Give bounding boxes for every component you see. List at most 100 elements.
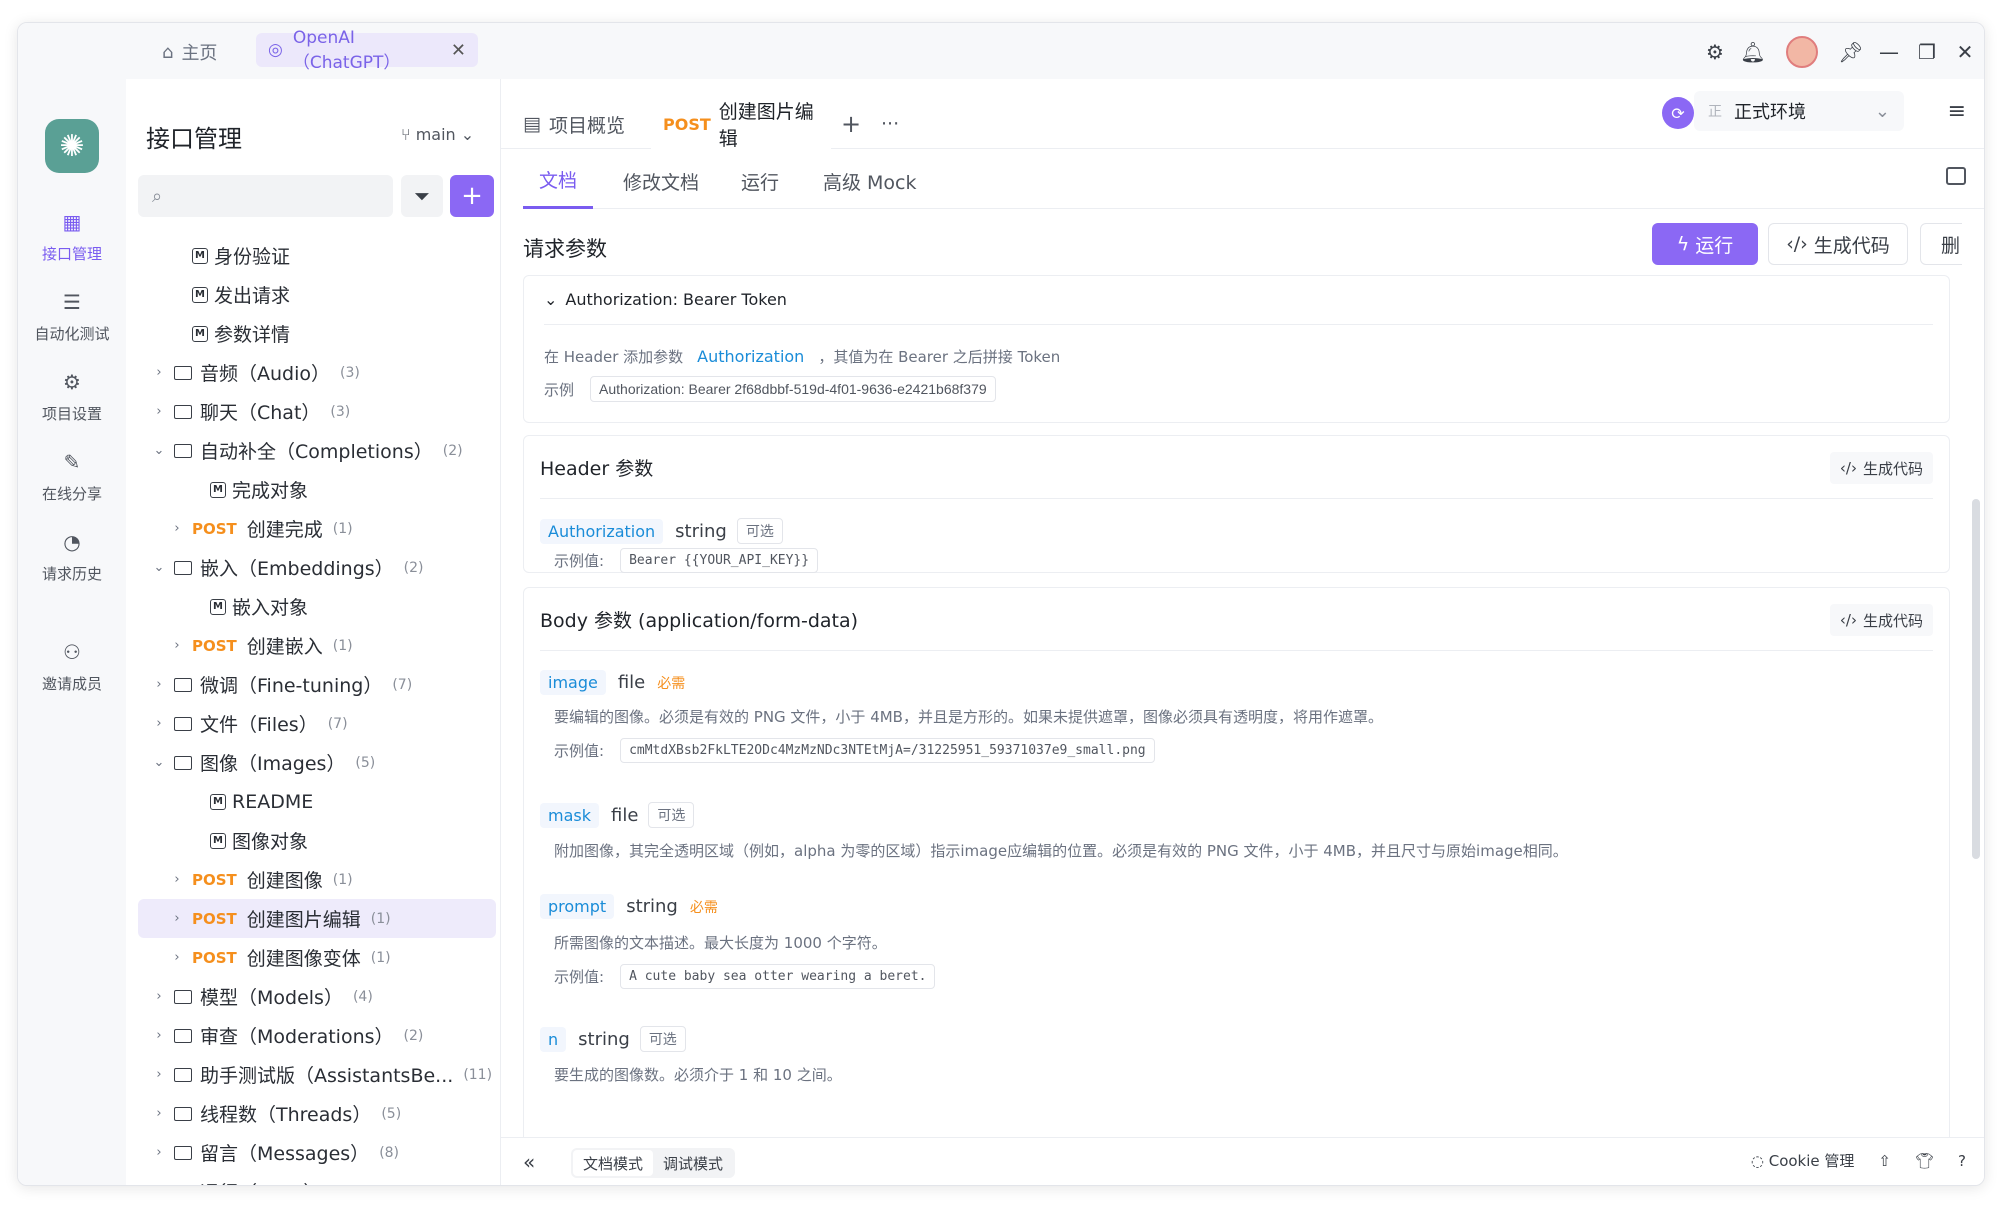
tree-folder[interactable]: › 线程数（Threads） (5) bbox=[138, 1094, 496, 1133]
more-tabs-button[interactable]: ··· bbox=[881, 99, 899, 149]
chevron-right-icon[interactable]: › bbox=[152, 677, 166, 692]
collapse-sidebar-icon[interactable]: « bbox=[523, 1150, 535, 1174]
tab-run[interactable]: 运行 bbox=[741, 153, 779, 209]
upload-icon[interactable]: ⇧ bbox=[1878, 1152, 1891, 1170]
help-icon[interactable]: ? bbox=[1958, 1152, 1966, 1170]
tree-folder[interactable]: › 留言（Messages） (8) bbox=[138, 1133, 496, 1172]
new-tab-button[interactable]: + bbox=[841, 99, 861, 149]
tree-folder[interactable]: › 音频（Audio） (3) bbox=[138, 353, 496, 392]
chevron-down-icon[interactable]: ⌄ bbox=[152, 560, 166, 575]
chevron-right-icon[interactable]: › bbox=[170, 950, 184, 965]
chevron-down-icon: ⌄ bbox=[455, 125, 475, 144]
chevron-down-icon[interactable]: ⌄ bbox=[152, 443, 166, 458]
tree-folder[interactable]: › 微调（Fine-tuning） (7) bbox=[138, 665, 496, 704]
tab-advanced-mock[interactable]: 高级 Mock bbox=[823, 153, 917, 209]
tab-current-api[interactable]: POST 创建图片编辑 bbox=[651, 99, 831, 150]
tab-project-overview[interactable]: ▤ 项目概览 bbox=[523, 99, 625, 149]
tree-api-item[interactable]: › POST 创建完成 (1) bbox=[138, 509, 496, 548]
restore-icon[interactable]: ❐ bbox=[1908, 35, 1946, 69]
tab-docs[interactable]: 文档 bbox=[523, 153, 593, 209]
tree-doc-item[interactable]: M 完成对象 bbox=[138, 470, 496, 509]
rail-item-request-history[interactable]: ◔ 请求历史 bbox=[18, 529, 126, 584]
side-panel-toggle-icon[interactable] bbox=[1946, 167, 1966, 185]
chevron-right-icon[interactable]: › bbox=[152, 365, 166, 380]
tree-doc-item[interactable]: M 发出请求 bbox=[138, 275, 496, 314]
tree-doc-item[interactable]: M README bbox=[138, 782, 496, 821]
tree-folder[interactable]: ⌄ 图像（Images） (5) bbox=[138, 743, 496, 782]
tree-api-item[interactable]: › POST 创建图片编辑 (1) bbox=[138, 899, 496, 938]
invite-member-icon: ⚇ bbox=[63, 640, 81, 664]
tree-folder[interactable]: › 审查（Moderations） (2) bbox=[138, 1016, 496, 1055]
pin-icon[interactable]: 📌︎ bbox=[1832, 35, 1870, 69]
avatar[interactable] bbox=[1786, 36, 1818, 68]
close-tab-icon[interactable]: ✕ bbox=[451, 40, 466, 61]
chevron-right-icon[interactable]: › bbox=[152, 404, 166, 419]
cookie-manager-button[interactable]: ◌ Cookie 管理 bbox=[1751, 1150, 1855, 1171]
tree-folder[interactable]: › 模型（Models） (4) bbox=[138, 977, 496, 1016]
chevron-right-icon[interactable]: › bbox=[170, 638, 184, 653]
rail-item-project-settings[interactable]: ⚙ 项目设置 bbox=[18, 369, 126, 424]
tree-doc-item[interactable]: M 嵌入对象 bbox=[138, 587, 496, 626]
home-tab[interactable]: ⌂ 主页 bbox=[162, 37, 217, 67]
shirt-icon[interactable]: 👕︎ bbox=[1915, 1152, 1934, 1170]
tree-folder[interactable]: ⌄ 自动补全（Completions） (2) bbox=[138, 431, 496, 470]
tree-item-label: 自动补全（Completions） bbox=[200, 441, 433, 463]
rail-item-online-share[interactable]: ✎ 在线分享 bbox=[18, 449, 126, 504]
tree-folder[interactable]: › 聊天（Chat） (3) bbox=[138, 392, 496, 431]
tree-api-item[interactable]: › POST 创建图像 (1) bbox=[138, 860, 496, 899]
settings-icon[interactable]: ⚙ bbox=[1696, 35, 1734, 69]
chevron-right-icon[interactable]: › bbox=[152, 1067, 166, 1082]
content-scrollbar[interactable] bbox=[1972, 499, 1980, 859]
doc-mode-button[interactable]: 文档模式 bbox=[573, 1150, 654, 1176]
chevron-right-icon[interactable]: › bbox=[152, 1106, 166, 1121]
tree-folder[interactable]: › 运行（Runs） (11) bbox=[138, 1172, 496, 1185]
rail-item-api-management[interactable]: ▦ 接口管理 bbox=[18, 209, 126, 264]
method-badge: POST bbox=[192, 909, 237, 928]
chevron-right-icon[interactable]: › bbox=[170, 872, 184, 887]
generate-code-button[interactable]: ‹/› 生成代码 bbox=[1768, 223, 1908, 265]
header-gen-code-button[interactable]: ‹/› 生成代码 bbox=[1829, 452, 1933, 484]
tree-doc-item[interactable]: M 身份验证 bbox=[138, 236, 496, 275]
chevron-right-icon[interactable]: › bbox=[152, 1028, 166, 1043]
branch-selector[interactable]: ⑂ main ⌄ bbox=[401, 125, 474, 144]
tree-item-label: 文件（Files） bbox=[200, 714, 318, 736]
minimize-icon[interactable]: — bbox=[1870, 35, 1908, 69]
search-box[interactable]: ⌕ bbox=[138, 175, 393, 217]
auth-example: 示例 Authorization: Bearer 2f68dbbf-519d-4… bbox=[544, 376, 996, 402]
run-button[interactable]: ϟ 运行 bbox=[1652, 223, 1758, 265]
tree-folder[interactable]: › 助手测试版（AssistantsBe... (11) bbox=[138, 1055, 496, 1094]
body-gen-code-button[interactable]: ‹/› 生成代码 bbox=[1829, 604, 1933, 636]
tree-api-item[interactable]: › POST 创建嵌入 (1) bbox=[138, 626, 496, 665]
sync-icon[interactable]: ⟳ bbox=[1662, 97, 1694, 129]
search-input[interactable] bbox=[170, 187, 371, 205]
project-tab[interactable]: ◎ OpenAI（ChatGPT） ✕ bbox=[256, 28, 478, 73]
tree-folder[interactable]: › 文件（Files） (7) bbox=[138, 704, 496, 743]
chevron-down-icon[interactable]: ⌄ bbox=[152, 755, 166, 770]
tab-edit-docs[interactable]: 修改文档 bbox=[623, 153, 699, 209]
rail-item-automation-test[interactable]: ☰ 自动化测试 bbox=[18, 289, 126, 344]
chevron-right-icon[interactable]: › bbox=[170, 911, 184, 926]
tree-doc-item[interactable]: M 图像对象 bbox=[138, 821, 496, 860]
tree-doc-item[interactable]: M 参数详情 bbox=[138, 314, 496, 353]
debug-mode-button[interactable]: 调试模式 bbox=[653, 1150, 733, 1176]
item-count: (1) bbox=[370, 949, 391, 966]
chevron-right-icon[interactable]: › bbox=[152, 1184, 166, 1185]
tree-api-item[interactable]: › POST 创建图像变体 (1) bbox=[138, 938, 496, 977]
environment-selector[interactable]: 正 正式环境 ⌄ bbox=[1694, 91, 1904, 131]
chevron-right-icon[interactable]: › bbox=[170, 521, 184, 536]
param-type: string bbox=[675, 520, 727, 542]
add-button[interactable]: + bbox=[450, 175, 494, 217]
rail-item-invite-member[interactable]: ⚇ 邀请成员 bbox=[18, 639, 126, 694]
chevron-right-icon[interactable]: › bbox=[152, 1145, 166, 1160]
automation-test-icon: ☰ bbox=[63, 290, 81, 314]
delete-button[interactable]: 删 除 bbox=[1920, 223, 1962, 265]
bell-icon[interactable]: 🔔︎ bbox=[1734, 35, 1772, 69]
tree-item-label: 嵌入（Embeddings） bbox=[200, 558, 394, 580]
menu-icon[interactable]: ≡ bbox=[1948, 99, 1966, 124]
close-window-icon[interactable]: ✕ bbox=[1946, 35, 1984, 69]
auth-header[interactable]: ⌄ Authorization: Bearer Token bbox=[544, 290, 787, 309]
tree-folder[interactable]: ⌄ 嵌入（Embeddings） (2) bbox=[138, 548, 496, 587]
filter-button[interactable]: ⏷ bbox=[401, 175, 443, 217]
chevron-right-icon[interactable]: › bbox=[152, 716, 166, 731]
chevron-right-icon[interactable]: › bbox=[152, 989, 166, 1004]
